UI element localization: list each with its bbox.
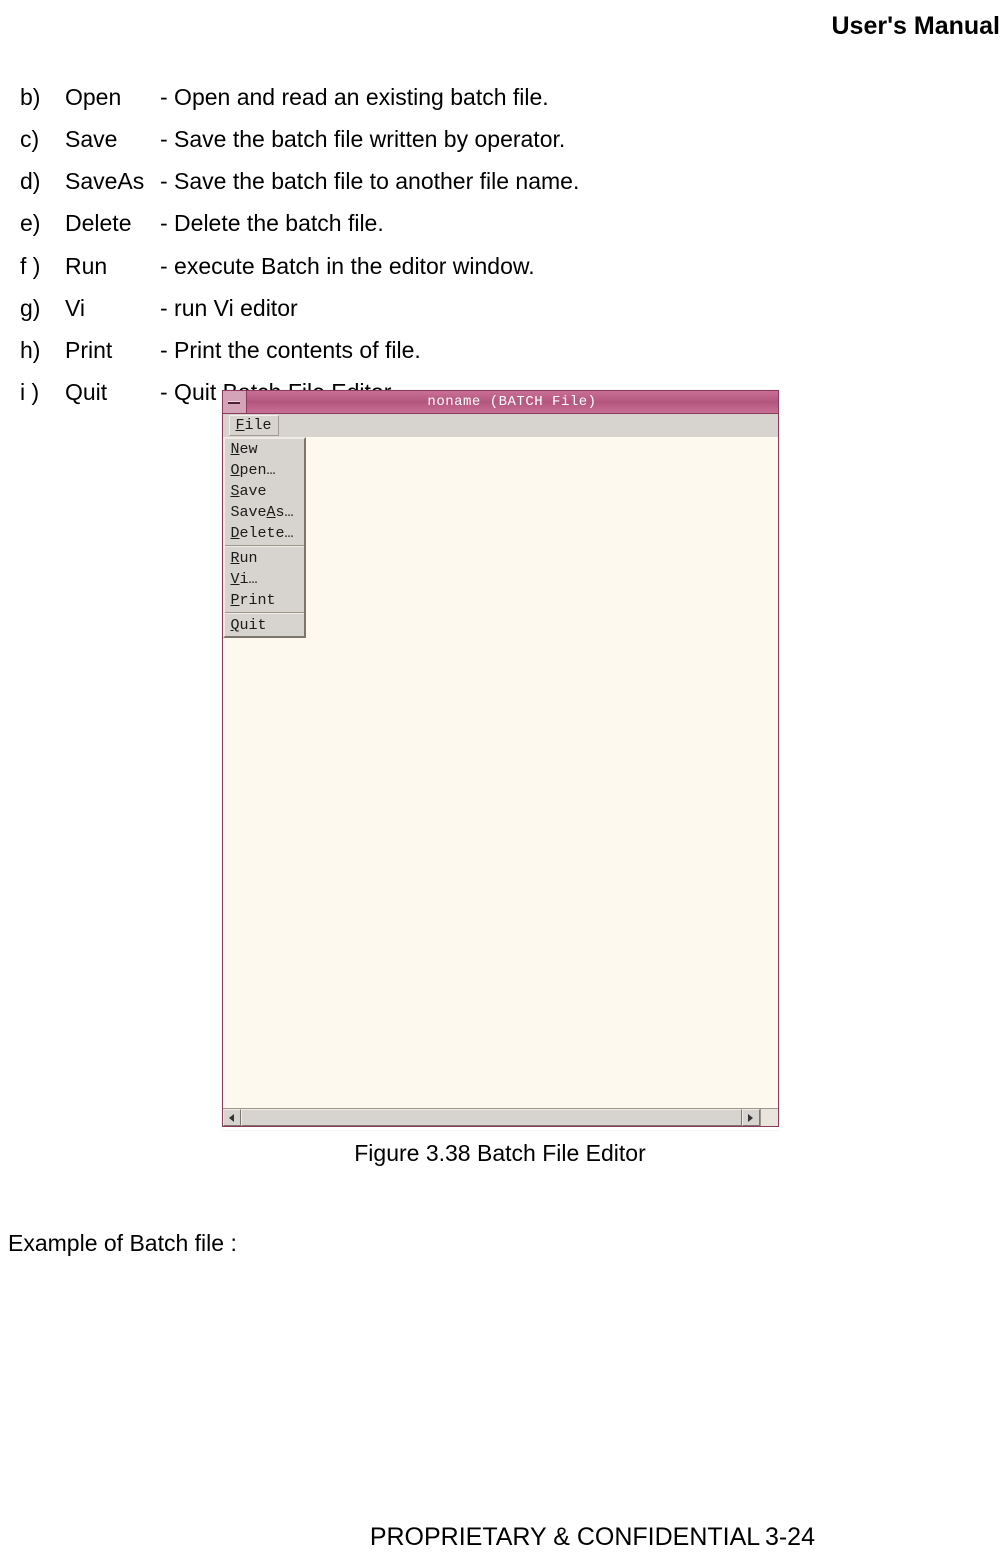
system-menu-icon[interactable] [223,391,247,413]
def-row: b) Open - Open and read an existing batc… [20,80,579,116]
def-desc: - Print the contents of file. [160,333,421,369]
def-letter: b) [20,80,65,116]
menu-item-quit[interactable]: Quit [225,615,304,636]
def-desc: - Save the batch file written by operato… [160,122,565,158]
scroll-thumb[interactable] [241,1109,742,1126]
menu-item-save[interactable]: Save [225,481,304,502]
scroll-right-button[interactable] [742,1109,760,1126]
footer-text: PROPRIETARY & CONFIDENTIAL [370,1523,760,1551]
def-letter: e) [20,206,65,242]
figure-caption: Figure 3.38 Batch File Editor [0,1140,1000,1167]
def-row: e) Delete - Delete the batch file. [20,206,579,242]
scroll-corner [760,1109,778,1126]
horizontal-scrollbar[interactable] [223,1108,778,1126]
def-name: Vi [65,291,160,327]
def-row: c) Save - Save the batch file written by… [20,122,579,158]
def-name: Open [65,80,160,116]
definition-list: b) Open - Open and read an existing batc… [20,80,579,417]
def-name: Print [65,333,160,369]
page-number: 3-24 [765,1523,815,1552]
menu-item-new[interactable]: New [225,439,304,460]
def-name: Save [65,122,160,158]
def-row: d) SaveAs - Save the batch file to anoth… [20,164,579,200]
def-letter: d) [20,164,65,200]
menu-item-print[interactable]: Print [225,590,304,611]
menu-item-saveas[interactable]: SaveAs… [225,502,304,523]
def-row: g) Vi - run Vi editor [20,291,579,327]
menu-separator [225,545,304,547]
def-letter: c) [20,122,65,158]
def-name: Run [65,249,160,285]
window-titlebar[interactable]: noname (BATCH File) [222,390,779,414]
def-row: h) Print - Print the contents of file. [20,333,579,369]
page-footer: PROPRIETARY & CONFIDENTIAL 3-24 [0,1523,1000,1552]
menu-item-vi[interactable]: Vi… [225,569,304,590]
def-desc: - execute Batch in the editor window. [160,249,535,285]
header-manual-title: User's Manual [831,12,1000,41]
arrow-left-icon [229,1114,234,1122]
arrow-right-icon [748,1114,753,1122]
scroll-left-button[interactable] [223,1109,241,1126]
menubar-file[interactable]: File [229,415,279,436]
def-row: f ) Run - execute Batch in the editor wi… [20,249,579,285]
menu-item-open[interactable]: Open… [225,460,304,481]
def-name: Delete [65,206,160,242]
def-desc: - Open and read an existing batch file. [160,80,549,116]
example-label: Example of Batch file : [8,1230,237,1257]
menubar: File [222,414,779,437]
def-letter: f ) [20,249,65,285]
def-name: SaveAs [65,164,160,200]
def-desc: - Save the batch file to another file na… [160,164,579,200]
menu-separator [225,612,304,614]
def-desc: - Delete the batch file. [160,206,384,242]
window-title: noname (BATCH File) [247,394,778,410]
scroll-track[interactable] [241,1109,742,1126]
editor-client-area[interactable]: New Open… Save SaveAs… Delete… Run Vi… P… [222,437,779,1127]
def-desc: - run Vi editor [160,291,298,327]
file-menu-dropdown: New Open… Save SaveAs… Delete… Run Vi… P… [223,437,306,638]
figure-container: noname (BATCH File) File New Open… Save … [0,390,1000,1167]
menu-item-delete[interactable]: Delete… [225,523,304,544]
menu-item-run[interactable]: Run [225,548,304,569]
def-letter: g) [20,291,65,327]
def-letter: h) [20,333,65,369]
batch-editor-window: noname (BATCH File) File New Open… Save … [222,390,779,1130]
